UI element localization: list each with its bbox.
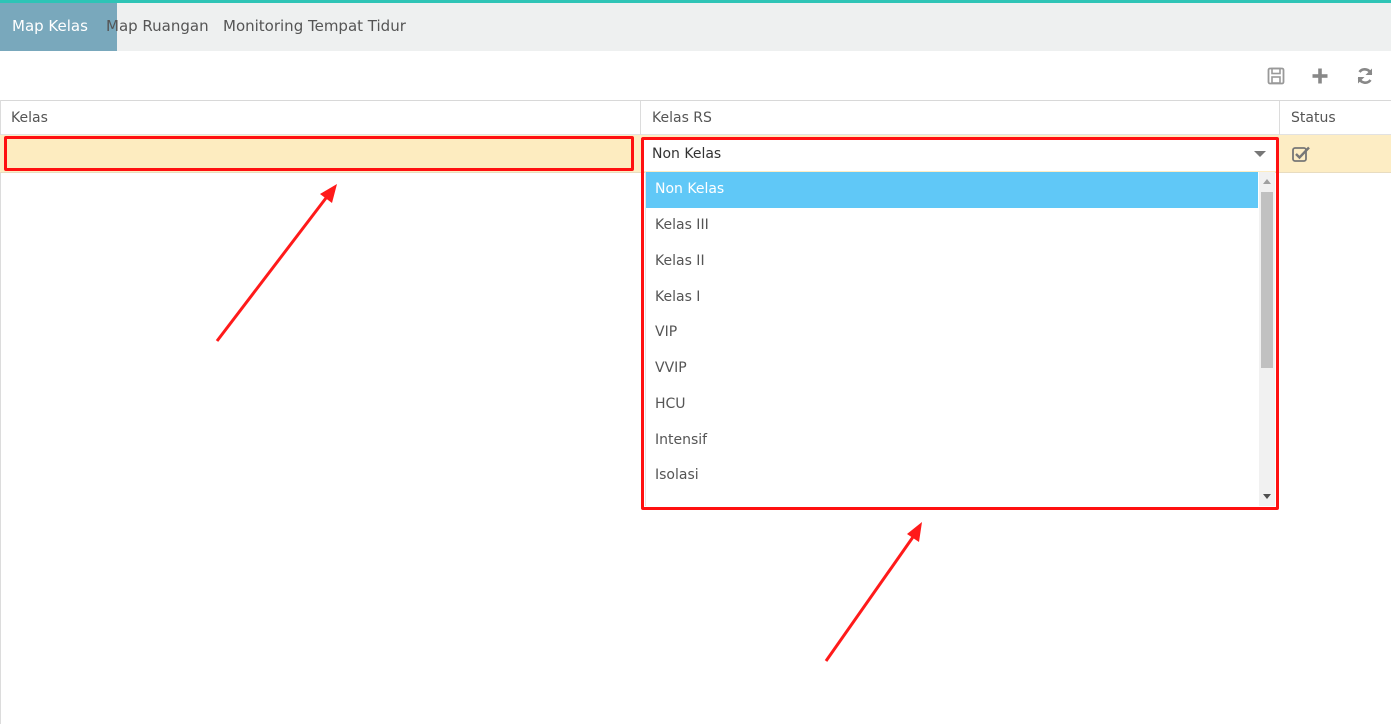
dropdown-option-vip[interactable]: VIP xyxy=(646,315,1258,351)
column-header-kelas[interactable]: Kelas xyxy=(0,101,640,135)
dropdown-option-isolasi[interactable]: Isolasi xyxy=(646,458,1258,494)
caret-down-icon[interactable] xyxy=(1254,151,1266,157)
annotation-arrow-right xyxy=(824,522,922,662)
scrollbar-thumb[interactable] xyxy=(1261,192,1273,368)
grid-header: Kelas Kelas RS Status xyxy=(0,100,1391,135)
dropdown-option-kelas-iii[interactable]: Kelas III xyxy=(646,208,1258,244)
dropdown-option-vvip[interactable]: VVIP xyxy=(646,351,1258,387)
scroll-down-arrow-icon[interactable] xyxy=(1263,494,1271,499)
dropdown-option-hcu[interactable]: HCU xyxy=(646,387,1258,423)
tab-bar: Map Kelas Map Ruangan Monitoring Tempat … xyxy=(0,3,1391,51)
kelas-rs-dropdown-list: Non Kelas Kelas III Kelas II Kelas I VIP… xyxy=(645,172,1275,506)
scroll-up-arrow-icon[interactable] xyxy=(1263,179,1271,184)
tab-map-ruangan[interactable]: Map Ruangan xyxy=(94,3,221,51)
status-checkbox-icon[interactable] xyxy=(1292,145,1310,162)
grid-left-border xyxy=(0,100,1,724)
dropdown-option-kelas-i[interactable]: Kelas I xyxy=(646,280,1258,316)
kelas-input[interactable] xyxy=(4,136,634,171)
plus-icon[interactable] xyxy=(1310,66,1330,86)
dropdown-option-kelas-ii[interactable]: Kelas II xyxy=(646,244,1258,280)
save-icon[interactable] xyxy=(1266,66,1286,86)
column-header-status[interactable]: Status xyxy=(1280,101,1391,135)
dropdown-option-intensif[interactable]: Intensif xyxy=(646,423,1258,459)
kelas-rs-select[interactable]: Non Kelas xyxy=(641,137,1278,171)
refresh-icon[interactable] xyxy=(1355,66,1375,86)
annotation-arrow-left xyxy=(215,184,337,342)
column-header-kelas-rs[interactable]: Kelas RS xyxy=(641,101,1279,135)
dropdown-option-non-kelas[interactable]: Non Kelas xyxy=(646,172,1258,208)
dropdown-scrollbar[interactable] xyxy=(1259,172,1275,506)
grid-toolbar xyxy=(0,51,1391,100)
tab-monitoring-tempat-tidur[interactable]: Monitoring Tempat Tidur xyxy=(211,3,418,51)
kelas-rs-selected-value: Non Kelas xyxy=(652,146,722,162)
